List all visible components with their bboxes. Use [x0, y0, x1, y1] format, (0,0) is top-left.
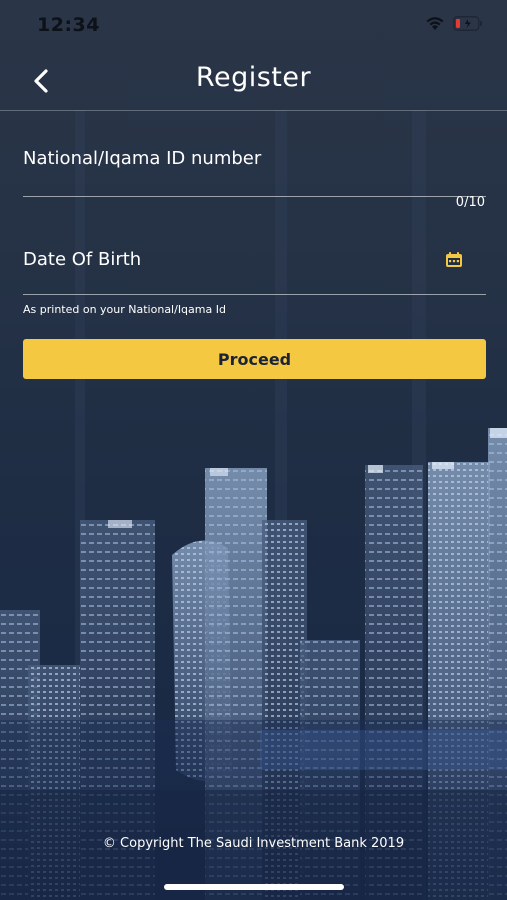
calendar-icon[interactable] — [444, 250, 464, 270]
character-counter: 0/10 — [455, 195, 485, 210]
register-screen: 12:34 Register 0/10 — [0, 0, 507, 900]
status-bar: 12:34 — [0, 0, 507, 52]
page-title: Register — [195, 62, 312, 93]
status-time: 12:34 — [37, 14, 100, 36]
status-icons — [425, 16, 483, 31]
register-form: 0/10 As printed on your National/Iqama I… — [23, 111, 486, 379]
date-of-birth-field: As printed on your National/Iqama Id — [23, 221, 486, 316]
copyright-text: © Copyright The Saudi Investment Bank 20… — [102, 836, 405, 851]
home-indicator[interactable] — [164, 884, 344, 890]
date-of-birth-hint: As printed on your National/Iqama Id — [23, 303, 226, 316]
nav-bar: Register — [0, 52, 507, 110]
national-id-field: 0/10 — [23, 111, 486, 210]
date-of-birth-input[interactable] — [23, 221, 486, 295]
national-id-input[interactable] — [23, 111, 486, 197]
battery-low-icon — [453, 16, 482, 31]
proceed-button[interactable]: Proceed — [23, 339, 486, 379]
wifi-icon — [426, 17, 444, 30]
